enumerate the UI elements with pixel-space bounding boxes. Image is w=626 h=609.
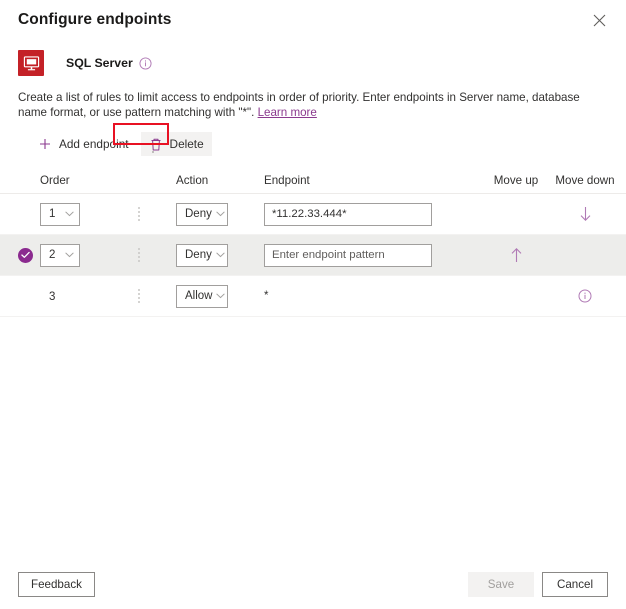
order-select-value: 2 xyxy=(49,249,56,261)
endpoint-input[interactable] xyxy=(264,243,432,267)
save-button[interactable]: Save xyxy=(468,571,534,597)
drag-handle-icon[interactable] xyxy=(138,289,140,303)
resource-row: SQL Server xyxy=(0,40,626,82)
action-select-value: Deny xyxy=(185,208,212,220)
column-header-order: Order xyxy=(40,174,70,187)
endpoint-input[interactable] xyxy=(264,202,432,226)
order-static-value: 3 xyxy=(49,291,56,303)
endpoints-table: Order Action Endpoint Move up Move down … xyxy=(0,168,626,317)
add-endpoint-button[interactable]: Add endpoint xyxy=(30,132,137,156)
endpoint-cell xyxy=(264,202,482,226)
action-select[interactable]: Allow xyxy=(176,284,228,308)
column-header-endpoint: Endpoint xyxy=(264,174,310,187)
info-glyph xyxy=(578,289,592,303)
drag-handle-icon[interactable] xyxy=(138,207,140,221)
plus-glyph xyxy=(40,139,50,149)
close-glyph xyxy=(593,14,605,26)
action-cell: Allow xyxy=(176,284,264,308)
order-cell: 1 xyxy=(40,202,138,226)
arrow-down-glyph xyxy=(580,207,590,221)
info-glyph xyxy=(139,56,152,70)
order-select[interactable]: 2 xyxy=(40,243,80,267)
chevron-glyph xyxy=(216,252,225,258)
endpoint-cell xyxy=(264,243,482,267)
chevron-glyph xyxy=(216,293,226,299)
chevron-glyph xyxy=(65,252,74,258)
command-bar: Add endpoint Delete xyxy=(0,120,626,160)
table-header-row: Order Action Endpoint Move up Move down xyxy=(0,168,626,194)
order-select[interactable]: 1 xyxy=(40,202,80,226)
table-row[interactable]: 2 Deny xyxy=(0,235,626,276)
chevron-down-icon xyxy=(216,293,226,299)
order-cell: 3 xyxy=(40,287,138,305)
chevron-glyph xyxy=(65,211,74,217)
trash-glyph xyxy=(151,138,161,150)
action-select-value: Allow xyxy=(185,290,213,302)
panel-header: Configure endpoints xyxy=(0,0,626,40)
chevron-down-icon xyxy=(65,252,74,258)
row-checkbox-checked[interactable] xyxy=(18,247,33,263)
column-header-move-down: Move down xyxy=(555,174,615,187)
row-info-icon[interactable] xyxy=(578,289,592,303)
learn-more-link[interactable]: Learn more xyxy=(258,106,317,119)
chevron-down-icon xyxy=(216,252,225,258)
feedback-button[interactable]: Feedback xyxy=(18,571,95,597)
chevron-down-icon xyxy=(65,211,74,217)
page-title: Configure endpoints xyxy=(18,11,172,28)
footer-bar: Feedback Save Cancel xyxy=(0,559,626,609)
row-info-cell[interactable] xyxy=(550,289,620,303)
action-cell: Deny xyxy=(176,243,264,267)
checkmark-icon xyxy=(21,251,30,258)
column-header-move-up: Move up xyxy=(493,174,539,187)
move-up-cell[interactable] xyxy=(482,247,550,263)
drag-handle-cell[interactable] xyxy=(138,248,176,262)
monitor-glyph xyxy=(23,55,39,70)
row-checkbox-cell[interactable] xyxy=(18,247,40,263)
action-select[interactable]: Deny xyxy=(176,202,228,226)
drag-handle-cell[interactable] xyxy=(138,207,176,221)
arrow-up-glyph xyxy=(511,248,521,262)
plus-icon xyxy=(38,137,52,151)
endpoint-static-value: * xyxy=(264,289,269,302)
action-cell: Deny xyxy=(176,202,264,226)
footer-actions: Save Cancel xyxy=(468,571,608,597)
table-row[interactable]: 1 Deny xyxy=(0,194,626,235)
resource-info-icon[interactable] xyxy=(139,56,152,70)
delete-label: Delete xyxy=(169,137,204,151)
trash-icon xyxy=(149,137,163,151)
add-endpoint-label: Add endpoint xyxy=(59,137,129,151)
endpoint-cell: * xyxy=(264,285,482,308)
move-down-arrow-icon[interactable] xyxy=(579,206,592,222)
drag-handle-icon[interactable] xyxy=(138,248,140,262)
action-select-value: Deny xyxy=(185,249,212,261)
close-icon[interactable] xyxy=(586,7,612,33)
action-select[interactable]: Deny xyxy=(176,243,228,267)
resource-name: SQL Server xyxy=(66,56,133,70)
description-text: Create a list of rules to limit access t… xyxy=(0,82,626,120)
move-up-arrow-icon[interactable] xyxy=(510,247,523,263)
table-row[interactable]: 3 Allow * xyxy=(0,276,626,317)
chevron-down-icon xyxy=(216,211,225,217)
chevron-glyph xyxy=(216,211,225,217)
order-select-value: 1 xyxy=(49,208,56,220)
sql-server-icon xyxy=(18,50,44,76)
column-header-action: Action xyxy=(176,174,209,187)
drag-handle-cell[interactable] xyxy=(138,289,176,303)
move-down-cell[interactable] xyxy=(550,206,620,222)
cancel-button[interactable]: Cancel xyxy=(542,571,608,597)
stray-dot xyxy=(152,151,154,153)
order-cell: 2 xyxy=(40,243,138,267)
